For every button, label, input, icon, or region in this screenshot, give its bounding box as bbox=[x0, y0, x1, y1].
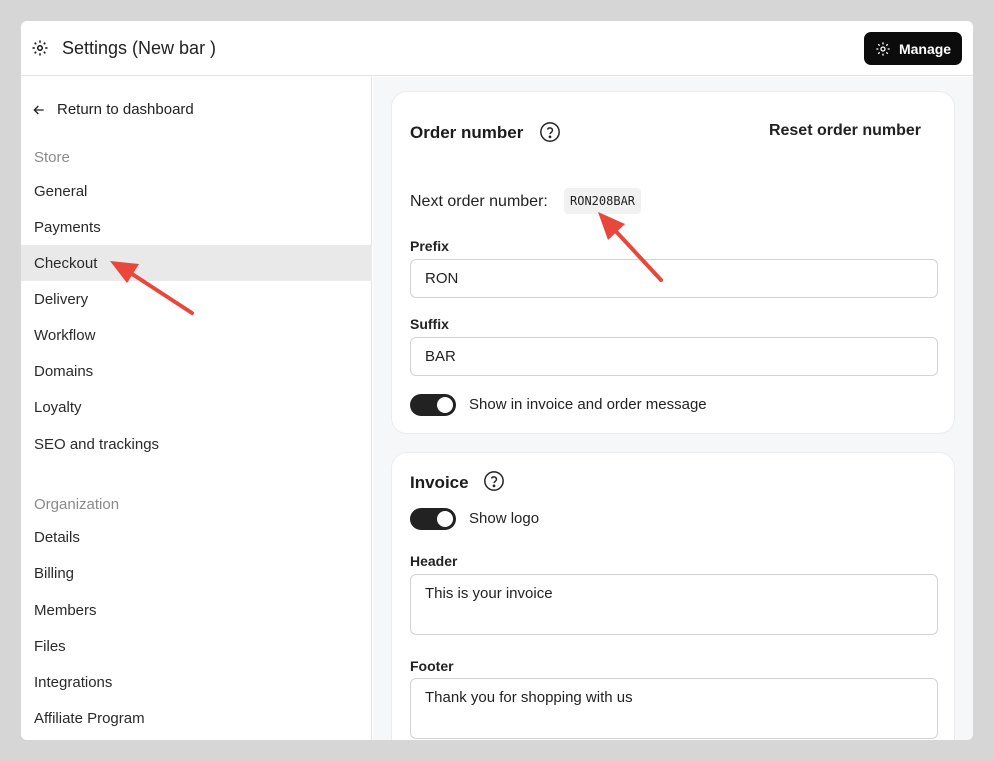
reset-order-number-button[interactable]: Reset order number bbox=[769, 122, 921, 140]
sidebar-item-checkout[interactable]: Checkout bbox=[21, 245, 372, 281]
show-logo-label: Show logo bbox=[469, 510, 540, 527]
sidebar-item-seo[interactable]: SEO and trackings bbox=[21, 426, 372, 462]
gear-icon bbox=[32, 40, 48, 56]
sidebar-item-domains[interactable]: Domains bbox=[21, 353, 372, 389]
invoice-card: Invoice Show logo Header This is your in… bbox=[391, 452, 955, 740]
show-in-invoice-label: Show in invoice and order message bbox=[469, 396, 707, 413]
sidebar: Return to dashboard Store General Paymen… bbox=[21, 77, 372, 740]
manage-button-label: Manage bbox=[898, 40, 952, 57]
show-in-invoice-toggle[interactable] bbox=[410, 394, 456, 416]
sidebar-item-payments[interactable]: Payments bbox=[21, 209, 372, 245]
sidebar-item-integrations[interactable]: Integrations bbox=[21, 664, 372, 700]
show-logo-toggle[interactable] bbox=[410, 508, 456, 530]
help-icon[interactable] bbox=[483, 470, 505, 492]
order-number-title: Order number bbox=[410, 123, 524, 142]
top-bar: Settings (New bar ) Manage bbox=[21, 21, 973, 76]
settings-window: Settings (New bar ) Manage Return to das… bbox=[21, 21, 973, 740]
prefix-label: Prefix bbox=[410, 238, 449, 254]
settings-content: Order number Reset order number Next ord… bbox=[373, 77, 973, 740]
sidebar-item-loyalty[interactable]: Loyalty bbox=[21, 389, 372, 425]
footer-textarea[interactable]: Thank you for shopping with us bbox=[410, 678, 938, 739]
return-to-dashboard-label: Return to dashboard bbox=[57, 101, 194, 118]
next-order-number-label: Next order number: bbox=[410, 193, 548, 210]
suffix-label: Suffix bbox=[410, 316, 449, 332]
sidebar-item-workflow[interactable]: Workflow bbox=[21, 317, 372, 353]
toggle-knob bbox=[437, 397, 453, 413]
sidebar-item-members[interactable]: Members bbox=[21, 592, 372, 628]
header-textarea[interactable]: This is your invoice bbox=[410, 574, 938, 635]
next-order-number-value: RON208BAR bbox=[564, 188, 642, 214]
organization-section-heading: Organization bbox=[34, 496, 120, 513]
sidebar-item-general[interactable]: General bbox=[21, 173, 372, 209]
sidebar-item-delivery[interactable]: Delivery bbox=[21, 281, 372, 317]
store-section-heading: Store bbox=[34, 149, 70, 166]
suffix-input[interactable]: BAR bbox=[410, 337, 938, 376]
gear-icon bbox=[876, 41, 890, 56]
order-number-card: Order number Reset order number Next ord… bbox=[391, 91, 955, 434]
page-title: Settings (New bar ) bbox=[62, 38, 217, 58]
prefix-input[interactable]: RON bbox=[410, 259, 938, 298]
sidebar-item-details[interactable]: Details bbox=[21, 519, 372, 555]
arrow-left-icon bbox=[33, 105, 44, 114]
footer-label: Footer bbox=[410, 658, 454, 674]
manage-button[interactable]: Manage bbox=[864, 32, 962, 65]
sidebar-item-files[interactable]: Files bbox=[21, 628, 372, 664]
sidebar-item-affiliate-program[interactable]: Affiliate Program bbox=[21, 700, 372, 736]
invoice-title: Invoice bbox=[410, 473, 469, 492]
sidebar-item-billing[interactable]: Billing bbox=[21, 555, 372, 591]
toggle-knob bbox=[437, 511, 453, 527]
return-to-dashboard-link[interactable]: Return to dashboard bbox=[31, 101, 194, 118]
help-icon[interactable] bbox=[539, 121, 561, 143]
header-label: Header bbox=[410, 553, 458, 569]
